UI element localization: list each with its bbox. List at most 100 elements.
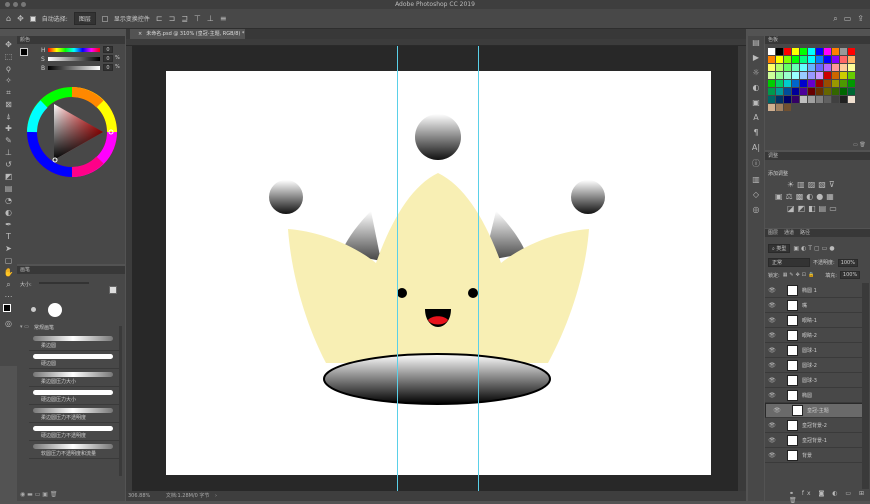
paragraph-icon[interactable]: ¶ [753,128,758,137]
layers-scrollbar[interactable] [862,283,869,489]
color-swatch[interactable] [768,104,775,111]
path-select-icon[interactable]: ➤ [5,244,12,253]
layer-row[interactable]: 👁 椭圆 [765,388,863,403]
color-swatch[interactable] [800,64,807,71]
hand-tool-icon[interactable]: ✋ [4,268,14,277]
color-swatch[interactable] [784,80,791,87]
adjustments-icon[interactable]: ◐ [753,83,760,92]
color-swatch[interactable] [800,48,807,55]
color-swatch[interactable] [832,48,839,55]
fill-input[interactable]: 100% [839,271,861,279]
opacity-input[interactable]: 100% [837,258,858,267]
align-left-icon[interactable]: ⊏ [156,14,163,23]
color-swatch[interactable] [848,80,855,87]
magic-wand-icon[interactable]: ✧ [5,76,12,85]
blur-tool-icon[interactable]: ◔ [5,196,12,205]
brush-item[interactable]: 硬边圆压力大小 [29,387,119,405]
color-swatch[interactable] [768,80,775,87]
color-swatch[interactable] [784,64,791,71]
visibility-eye-icon[interactable]: 👁 [765,437,779,444]
layer-name[interactable]: 圆球-2 [802,362,817,369]
color-swatch[interactable] [824,88,831,95]
brush-tip-small[interactable] [31,307,36,312]
distribute-icon[interactable]: ≡ [220,14,227,23]
align-right-icon[interactable]: ⊒ [181,14,188,23]
close-tab-icon[interactable]: × [138,31,142,37]
brush-item[interactable]: 软圆压力不透明度和流量 [29,441,119,459]
layer-filter-dropdown[interactable]: ⌕ 类型 [768,244,791,253]
color-swatch[interactable] [816,56,823,63]
color-swatch[interactable] [792,72,799,79]
color-swatch[interactable] [768,48,775,55]
document-tab[interactable]: × 未命名.psd @ 310% (皇冠-主题, RGB/8) * [130,29,245,39]
color-swatch[interactable] [832,56,839,63]
color-swatches[interactable] [2,304,15,316]
layer-name[interactable]: 眼睛-1 [802,317,817,324]
color-swatch[interactable] [848,64,855,71]
color-swatch[interactable] [824,64,831,71]
color-swatch[interactable] [792,96,799,103]
visibility-eye-icon[interactable]: 👁 [765,347,779,354]
search-icon[interactable]: ⌕ [833,14,837,23]
auto-select-dropdown[interactable]: 图层 [73,12,96,25]
color-swatch[interactable] [784,104,791,111]
color-swatch[interactable] [776,96,783,103]
layer-row[interactable]: 👁 眼睛-1 [765,313,863,328]
history-brush-icon[interactable]: ↺ [5,160,12,169]
color-swatch[interactable] [808,56,815,63]
zoom-level[interactable]: 306.88% [128,493,150,499]
layer-row[interactable]: 👁 圆球-3 [765,373,863,388]
layer-row[interactable]: 👁 嘴 [765,298,863,313]
canvas-vertical-scrollbar[interactable] [738,46,746,491]
layer-name[interactable]: 椭圆 1 [802,287,817,294]
color-swatch[interactable] [840,72,847,79]
color-swatch[interactable] [808,48,815,55]
color-swatch[interactable] [840,64,847,71]
color-swatch[interactable] [840,80,847,87]
brush-size-slider[interactable] [39,282,89,284]
close-window-button[interactable] [5,2,10,7]
layer-name[interactable]: 嘴 [802,302,807,309]
color-wheel[interactable] [26,86,118,178]
frame-tool-icon[interactable]: ⊠ [5,100,12,109]
brush-tip-preview[interactable] [48,303,62,317]
brush-tool-icon[interactable]: ✎ [5,136,12,145]
color-swatch[interactable] [776,72,783,79]
history-icon[interactable]: ▤ [752,38,760,47]
align-center-icon[interactable]: ⊐ [169,14,176,23]
color-swatch[interactable] [776,80,783,87]
layer-name[interactable]: 背景 [802,452,812,459]
color-swatch[interactable] [816,64,823,71]
brush-list-scrollbar[interactable] [119,326,122,476]
visibility-eye-icon[interactable]: 👁 [765,332,779,339]
color-swatch[interactable] [800,56,807,63]
color-swatch[interactable] [768,72,775,79]
layer-name[interactable]: 圆球-1 [802,347,817,354]
color-swatch[interactable] [824,72,831,79]
pen-tool-icon[interactable]: ✒ [5,220,12,229]
color-swatch[interactable] [808,72,815,79]
eraser-tool-icon[interactable]: ◩ [5,172,13,181]
align-top-icon[interactable]: ⊤ [194,14,201,23]
color-swatch[interactable] [824,56,831,63]
brush-item[interactable]: 硬边圆 [29,351,119,369]
color-swatch[interactable] [768,56,775,63]
layer-row[interactable]: 👁 椭圆 1 [765,283,863,298]
brush-item[interactable]: 硬边圆压力不透明度 [29,423,119,441]
saturation-value[interactable]: 0 [103,55,113,62]
lasso-tool-icon[interactable]: ϙ [6,64,11,73]
stamp-tool-icon[interactable]: ⊥ [5,148,12,157]
saturation-slider[interactable] [48,57,100,61]
color-swatch[interactable] [784,72,791,79]
layer-row[interactable]: 👁 皇冠-主题 [765,403,863,418]
layer-filter-icons[interactable]: ▣◐T▢▭● [793,245,836,252]
brightness-slider[interactable] [48,66,100,70]
color-swatch[interactable] [808,64,815,71]
layer-row[interactable]: 👁 背景 [765,448,863,463]
auto-select-checkbox[interactable] [29,15,36,22]
blend-mode-dropdown[interactable]: 正常 [768,258,810,267]
visibility-eye-icon[interactable]: 👁 [765,317,779,324]
hue-slider[interactable] [48,48,100,52]
color-swatch[interactable] [832,96,839,103]
guide-line-2[interactable] [478,46,479,491]
